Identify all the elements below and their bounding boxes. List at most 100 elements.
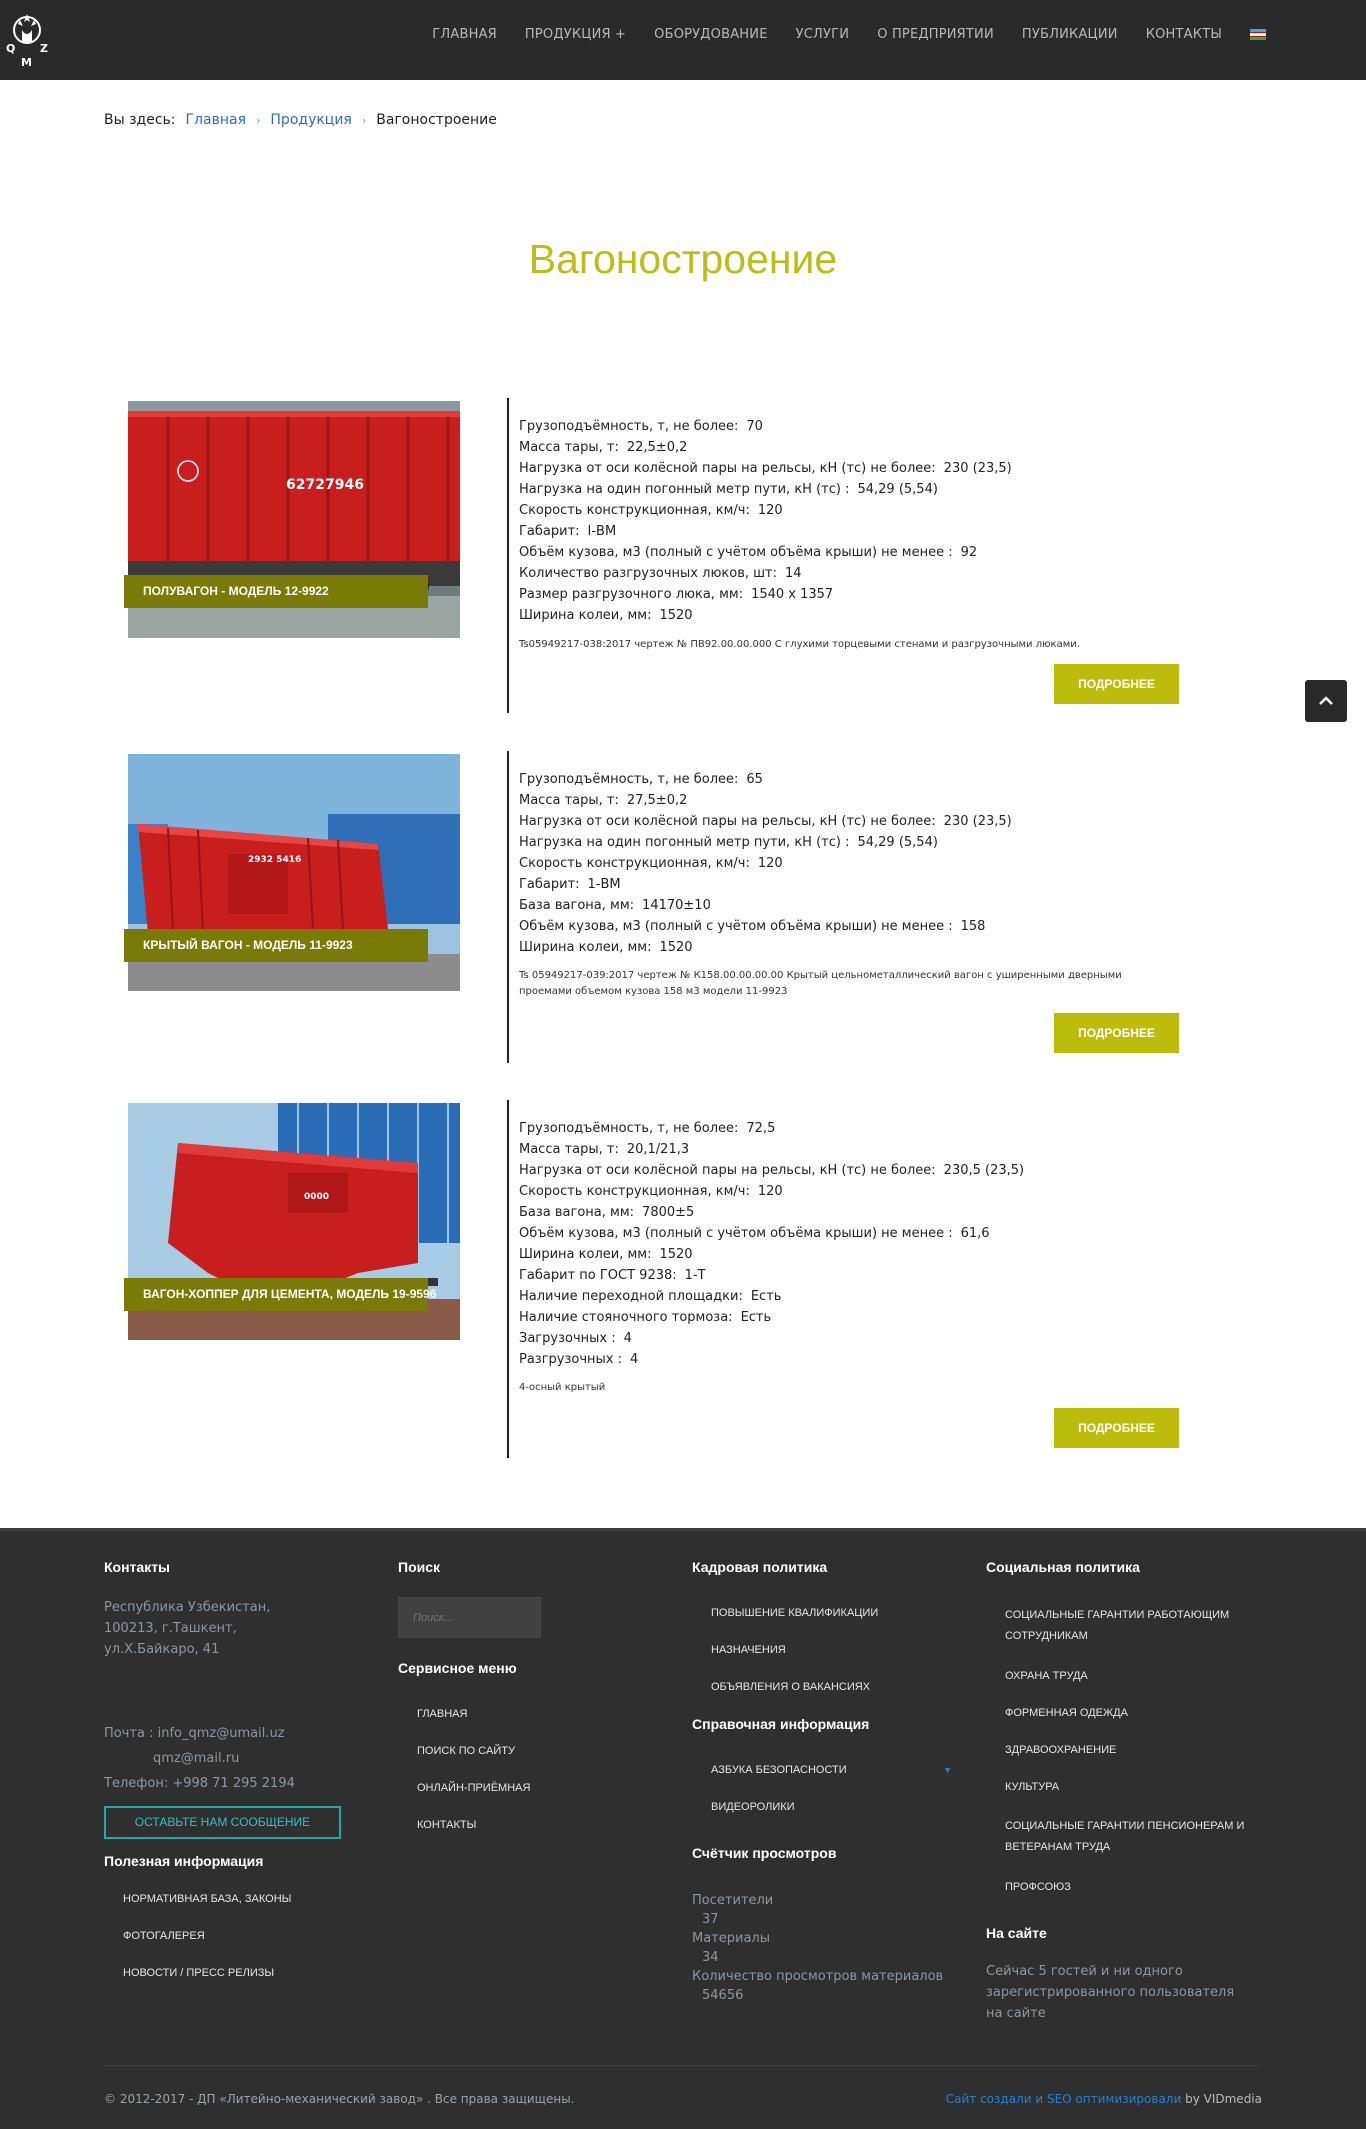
more-button[interactable]: ПОДРОБНЕЕ — [1054, 1408, 1179, 1448]
breadcrumb-separator: › — [256, 113, 261, 127]
footer-link-normative[interactable]: НОРМАТИВНАЯ БАЗА, ЗАКОНЫ — [104, 1891, 344, 1907]
footer-link-union[interactable]: ПРОФСОЮЗ — [986, 1879, 1246, 1895]
footer-link-vacancies[interactable]: ОБЪЯВЛЕНИЯ О ВАКАНСИЯХ — [692, 1679, 952, 1695]
footer-link-qualification[interactable]: ПОВЫШЕНИЕ КВАЛИФИКАЦИИ — [692, 1605, 952, 1621]
spec-row: Количество разгрузочных люков, шт: 14 — [519, 566, 802, 581]
footer-link-uniform[interactable]: ФОРМЕННАЯ ОДЕЖДА — [986, 1705, 1246, 1721]
online-users-text: Сейчас 5 гостей и ни одного зарегистриро… — [986, 1964, 1235, 2021]
breadcrumb-current: Вагоностроение — [376, 112, 497, 128]
spec-row: Объём кузова, м3 (полный с учётом объёма… — [519, 919, 986, 934]
product-label[interactable]: КРЫТЫЙ ВАГОН - МОДЕЛЬ 11-9923 — [124, 929, 428, 962]
product-note: 4-осный крытый — [519, 1382, 606, 1393]
footer-phone: Телефон: +998 71 295 2194 — [104, 1776, 295, 1791]
spec-row: Наличие переходной площадки: Есть — [519, 1289, 782, 1304]
footer-link-culture[interactable]: КУЛЬТУРА — [986, 1779, 1246, 1795]
nav-equipment[interactable]: ОБОРУДОВАНИЕ — [640, 25, 781, 44]
svg-text:62727946: 62727946 — [286, 477, 364, 493]
qmz-logo-icon[interactable]: Q Z M — [4, 8, 50, 70]
spec-row: Грузоподъёмность, т, не более: 72,5 — [519, 1121, 776, 1136]
caret-down-icon[interactable]: ▼ — [943, 1762, 952, 1778]
credits-by: by VIDmedia — [1181, 2092, 1262, 2106]
product-note: Ts05949217-038:2017 чертеж № ПВ92.00.00.… — [519, 639, 1080, 650]
footer-link-gallery[interactable]: ФОТОГАЛЕРЕЯ — [104, 1928, 344, 1944]
svg-text:M: M — [21, 56, 32, 69]
footer-search-col: Поиск Сервисное меню ГЛАВНАЯ ПОИСК ПО СА… — [398, 1559, 638, 1833]
spec-row: Объём кузова, м3 (полный с учётом объёма… — [519, 1226, 990, 1241]
product-specs: Грузоподъёмность, т, не более: 70 Масса т… — [519, 416, 1012, 626]
footer-link-labor-safety[interactable]: ОХРАНА ТРУДА — [986, 1668, 1246, 1684]
more-button[interactable]: ПОДРОБНЕЕ — [1054, 664, 1179, 704]
footer-address: Республика Узбекистан, 100213, г.Ташкент… — [104, 1600, 271, 1657]
product-label[interactable]: ПОЛУВАГОН - МОДЕЛЬ 12-9922 — [124, 575, 428, 608]
spec-row: Скорость конструкционная, км/ч: 120 — [519, 1184, 783, 1199]
spec-row: Наличие стояночного тормоза: Есть — [519, 1310, 772, 1325]
footer-link-home[interactable]: ГЛАВНАЯ — [398, 1706, 638, 1722]
footer-link-healthcare[interactable]: ЗДРАВООХРАНЕНИЕ — [986, 1742, 1246, 1758]
breadcrumb-home[interactable]: Главная — [186, 112, 246, 128]
spec-row: Объём кузова, м3 (полный с учётом объёма… — [519, 545, 978, 560]
spec-row: База вагона, мм: 7800±5 — [519, 1205, 695, 1220]
spec-row: Ширина колеи, мм: 1520 — [519, 1247, 693, 1262]
chevron-up-icon — [1319, 696, 1333, 705]
footer-search-input[interactable] — [398, 1597, 541, 1638]
nav-about[interactable]: О ПРЕДПРИЯТИИ — [863, 25, 1008, 44]
svg-text:2932 5416: 2932 5416 — [248, 855, 301, 865]
spec-row: База вагона, мм: 14170±10 — [519, 898, 711, 913]
more-button[interactable]: ПОДРОБНЕЕ — [1054, 1013, 1179, 1053]
nav-publications[interactable]: ПУБЛИКАЦИИ — [1008, 25, 1132, 44]
page-title: Вагоностроение — [528, 236, 838, 282]
footer-hr-title: Кадровая политика — [692, 1559, 828, 1575]
footer-link-contacts[interactable]: КОНТАКТЫ — [398, 1817, 638, 1833]
spec-row: Нагрузка от оси колёсной пары на рельсы,… — [519, 1163, 1025, 1178]
visitor-counter: Посетители 37 Материалы 34 Количество пр… — [692, 1893, 944, 2003]
footer-divider — [104, 2065, 1262, 2066]
footer-link-pensioners[interactable]: СОЦИАЛЬНЫЕ ГАРАНТИИ ПЕНСИОНЕРАМ И ВЕТЕРА… — [986, 1816, 1246, 1858]
footer-link-videos[interactable]: ВИДЕОРОЛИКИ — [692, 1799, 952, 1815]
spec-row: Нагрузка от оси колёсной пары на рельсы,… — [519, 814, 1012, 829]
spec-row: Масса тары, т: 20,1/21,3 — [519, 1142, 690, 1157]
footer-link-appointments[interactable]: НАЗНАЧЕНИЯ — [692, 1642, 952, 1658]
spec-row: Размер разгрузочного люка, мм: 1540 х 135… — [519, 587, 834, 602]
product-label[interactable]: ВАГОН-ХОППЕР ДЛЯ ЦЕМЕНТА, МОДЕЛЬ 19-9596 — [124, 1278, 436, 1311]
spec-row: Загрузочных :4 — [519, 1331, 632, 1346]
footer-social-col: Социальная политика СОЦИАЛЬНЫЕ ГАРАНТИИ … — [986, 1559, 1246, 2024]
nav-services[interactable]: УСЛУГИ — [782, 25, 864, 44]
scroll-to-top-button[interactable] — [1305, 680, 1347, 722]
spec-row: Скорость конструкционная, км/ч: 120 — [519, 856, 783, 871]
nav-contacts[interactable]: КОНТАКТЫ — [1132, 25, 1236, 44]
credits-link[interactable]: Сайт создали и SEO оптимизировали — [946, 2092, 1182, 2106]
footer-social-title: Социальная политика — [986, 1559, 1140, 1575]
footer-link-online-reception[interactable]: ОНЛАЙН-ПРИЁМНАЯ — [398, 1780, 638, 1796]
spec-row: Грузоподъёмность, т, не более: 70 — [519, 419, 763, 434]
breadcrumb-products[interactable]: Продукция — [270, 112, 351, 128]
footer-link-site-search[interactable]: ПОИСК ПО САЙТУ — [398, 1743, 638, 1759]
nav-home[interactable]: ГЛАВНАЯ — [418, 25, 511, 44]
footer-hr-col: Кадровая политика ПОВЫШЕНИЕ КВАЛИФИКАЦИИ… — [692, 1559, 952, 2005]
svg-text:0000: 0000 — [304, 1192, 329, 1202]
footer-mail[interactable]: Почта : info_qmz@umail.uz — [104, 1723, 344, 1744]
footer-search-title: Поиск — [398, 1559, 441, 1575]
copyright: © 2012-2017 - ДП «Литейно-механический з… — [104, 2092, 575, 2106]
nav-products[interactable]: ПРОДУКЦИЯ + — [511, 25, 640, 44]
footer-link-safety[interactable]: АЗБУКА БЕЗОПАСНОСТИ ▼ — [692, 1762, 952, 1778]
leave-message-button[interactable]: ОСТАВЬТЕ НАМ СООБЩЕНИЕ — [104, 1806, 341, 1839]
footer-contacts: Контакты Республика Узбекистан, 100213, … — [104, 1559, 344, 1981]
site-header: Q Z M ГЛАВНАЯ ПРОДУКЦИЯ + ОБОРУДОВАНИЕ У… — [0, 0, 1366, 80]
uzbekistan-flag-icon[interactable] — [1250, 29, 1266, 40]
product-divider — [507, 1100, 509, 1458]
spec-row: Ширина колеи, мм: 1520 — [519, 608, 693, 623]
spec-row: Масса тары, т: 22,5±0,2 — [519, 440, 688, 455]
footer-link-news[interactable]: НОВОСТИ / ПРЕСС РЕЛИЗЫ — [104, 1965, 344, 1981]
footer-contacts-title: Контакты — [104, 1559, 171, 1575]
spec-row: Нагрузка на один погонный метр пути, кН … — [519, 835, 938, 850]
site-footer: Контакты Республика Узбекистан, 100213, … — [0, 1528, 1366, 2129]
footer-online-title: На сайте — [986, 1925, 1047, 1941]
product-divider — [507, 751, 509, 1063]
spec-row: Ширина колеи, мм: 1520 — [519, 940, 693, 955]
spec-row: Габарит по ГОСТ 9238: 1-Т — [519, 1268, 706, 1283]
product-specs: Грузоподъёмность, т, не более: 72,5 Масса… — [519, 1118, 1024, 1370]
footer-mail-2[interactable]: qmz@mail.ru — [104, 1748, 344, 1769]
spec-row: Разгрузочных :4 — [519, 1352, 639, 1367]
product-note: Ts 05949217-039:2017 чертеж № К158.00.00… — [519, 970, 1122, 997]
footer-link-social-guarantees[interactable]: СОЦИАЛЬНЫЕ ГАРАНТИИ РАБОТАЮЩИМ СОТРУДНИК… — [986, 1605, 1246, 1647]
